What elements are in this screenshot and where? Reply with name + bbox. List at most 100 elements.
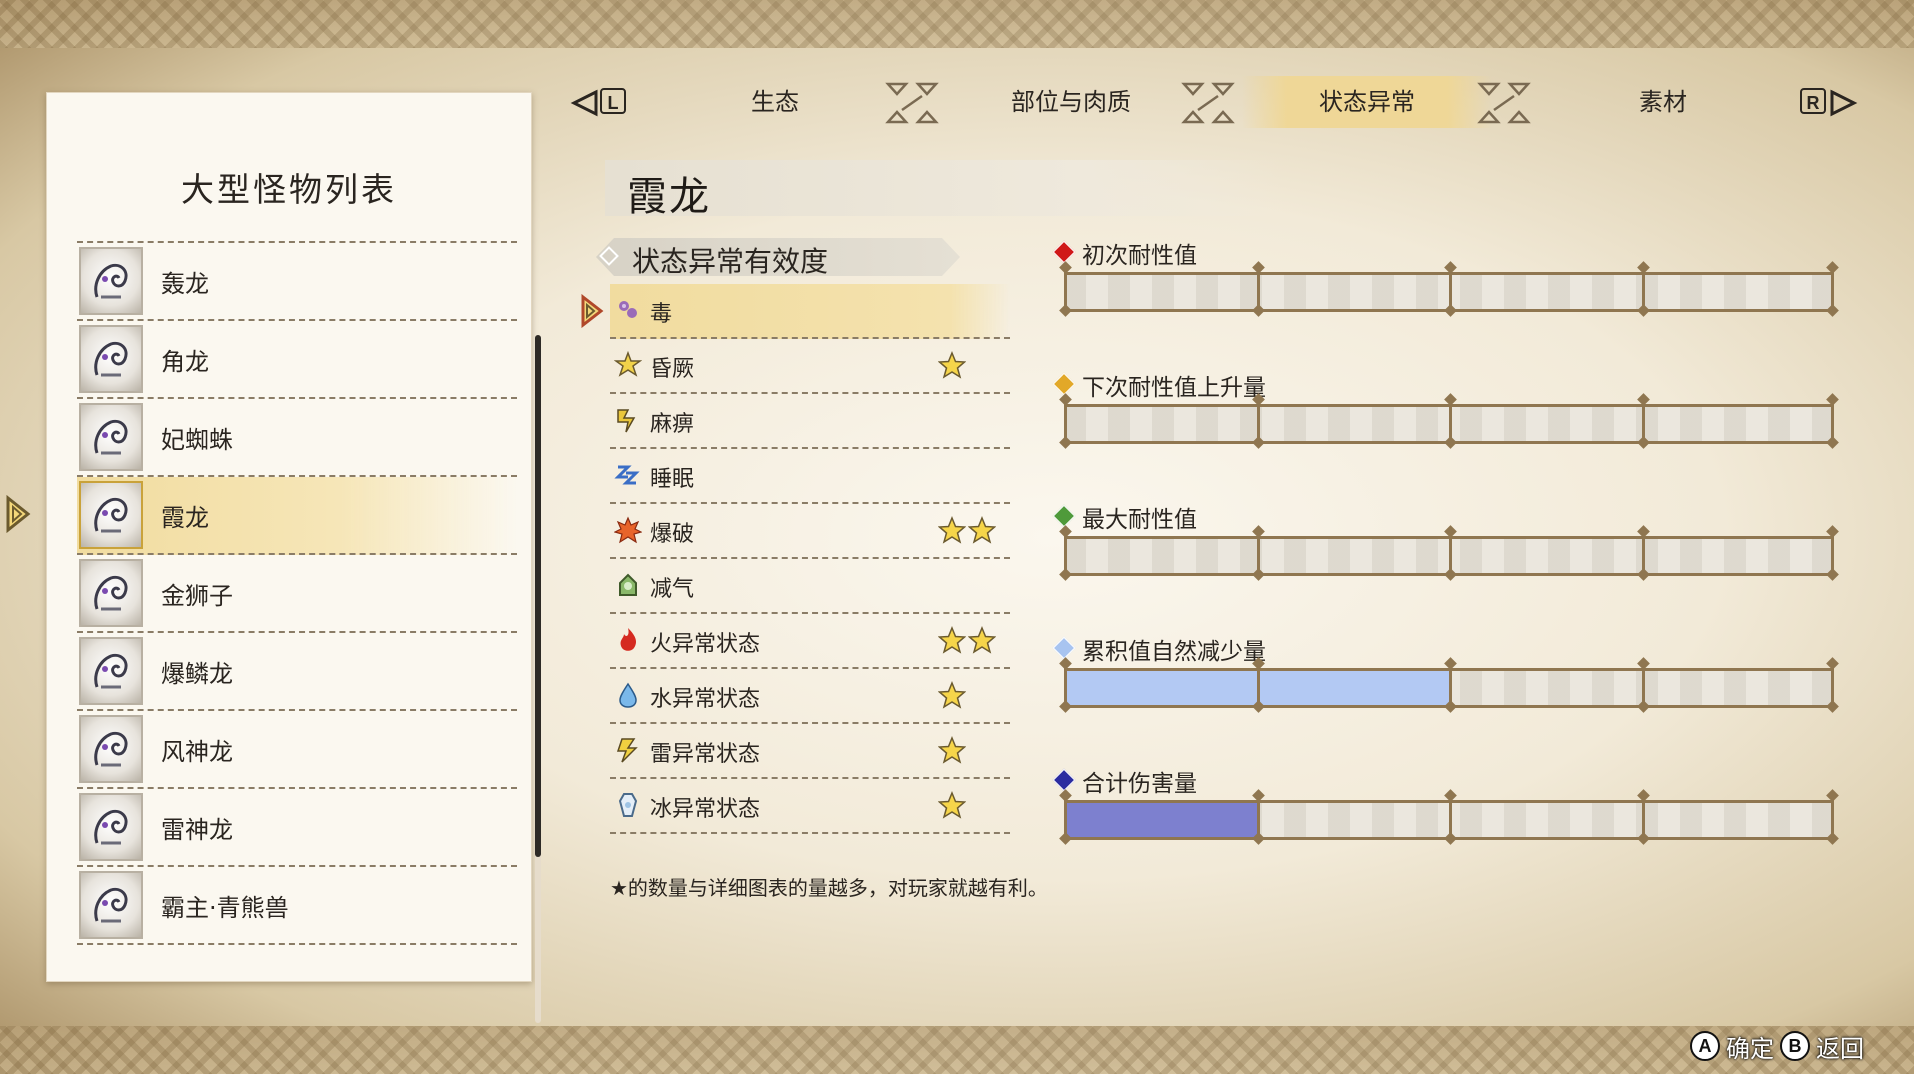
gauge-tick (1642, 793, 1645, 841)
status-ailment-row[interactable]: 爆破 (610, 504, 1010, 559)
gauge-diamond-icon (1052, 504, 1076, 528)
gauge-tick (1449, 529, 1452, 577)
exhaust-icon (619, 573, 637, 596)
effectiveness-stars (938, 736, 966, 764)
gauge-tick (1449, 661, 1452, 709)
monster-name-label: 妃蜘蛛 (161, 425, 233, 454)
monster-list-item[interactable]: 角龙 (77, 321, 517, 399)
status-ailment-name: 睡眠 (650, 467, 695, 492)
monster-list-scrollbar[interactable] (535, 335, 541, 1023)
rakna-kadaki-icon (79, 403, 143, 471)
gauge-tick (1257, 265, 1260, 313)
monster-name-label: 霸主·青熊兽 (161, 893, 289, 922)
tab-separator-icon (1181, 82, 1235, 124)
waterblight-icon (619, 682, 637, 708)
tab-right-key: R (1800, 88, 1826, 114)
gauge-tick (1064, 397, 1067, 445)
selection-cursor-icon (6, 495, 31, 533)
gauge-label-text: 下次耐性值上升量 (1082, 375, 1266, 401)
monster-name-label: 霞龙 (161, 503, 209, 532)
gauge-tick (1064, 793, 1067, 841)
monster-list-item[interactable]: 金狮子 (77, 555, 517, 633)
tab-materials[interactable]: 素材 (1538, 76, 1788, 128)
a-button-icon[interactable]: A (1690, 1031, 1720, 1061)
iceblight-icon (618, 793, 638, 817)
gauge-tick (1449, 265, 1452, 313)
tab-right-arrow-icon[interactable] (1828, 88, 1858, 118)
star-icon (938, 791, 966, 819)
gauge-tick (1831, 529, 1834, 577)
star-icon (968, 626, 996, 654)
star-icon (938, 736, 966, 764)
monster-list-item[interactable]: 爆鳞龙 (77, 633, 517, 711)
gauge-tick (1642, 661, 1645, 709)
monster-list: 轰龙 角龙 妃蜘蛛 霞龙 金狮子 爆鳞龙 风神龙 雷神龙 霸主·青熊兽 (6, 241, 517, 945)
confirm-label[interactable]: 确定 (1726, 1029, 1774, 1064)
gauge-bar (1064, 661, 1834, 709)
scrollbar-thumb[interactable] (535, 335, 541, 857)
monster-list-title: 大型怪物列表 (181, 170, 397, 209)
monster-name-label: 角龙 (161, 347, 209, 376)
status-ailment-name: 昏厥 (650, 357, 695, 382)
monster-name-label: 轰龙 (161, 269, 209, 298)
tab-status-ailments[interactable]: 状态异常 (1242, 76, 1492, 128)
monster-list-item[interactable]: 妃蜘蛛 (77, 399, 517, 477)
gauge-tick (1064, 265, 1067, 313)
monster-list-panel: 大型怪物列表 轰龙 角龙 妃蜘蛛 霞龙 金狮子 爆鳞龙 风神龙 雷神龙 霸主·青… (6, 92, 541, 1023)
tab-ecology[interactable]: 生态 (650, 76, 900, 128)
button-prompts: A 确定 B 返回 (1690, 1029, 1864, 1064)
top-border-decoration (0, 0, 1914, 48)
monster-list-item[interactable]: 轰龙 (77, 241, 517, 321)
status-ailment-row[interactable]: 昏厥 (610, 339, 1010, 394)
status-ailment-name: 火异常状态 (650, 632, 761, 657)
monster-list-item[interactable]: 雷神龙 (77, 789, 517, 867)
tab-parts-hitzones[interactable]: 部位与肉质 (946, 76, 1196, 128)
monster-name: 霞龙 (627, 174, 711, 220)
gauge-tick (1064, 661, 1067, 709)
gauge-tick (1642, 397, 1645, 445)
selection-cursor-icon (581, 294, 604, 328)
apex-arzuros-icon (79, 871, 143, 939)
gauge-diamond-icon (1052, 372, 1076, 396)
gauge-diamond-icon (1052, 636, 1076, 660)
gauge-tick (1257, 397, 1260, 445)
bottom-border-decoration (0, 1026, 1914, 1074)
star-icon (938, 516, 966, 544)
status-ailment-row[interactable]: 减气 (610, 559, 1010, 614)
status-ailment-name: 毒 (650, 302, 673, 327)
tab-left-arrow-icon[interactable] (570, 88, 600, 118)
gauge-tick (1831, 793, 1834, 841)
tab-bar: L 生态 部位与肉质 状态异常 素材 R (570, 76, 1860, 128)
gauge-label-text: 初次耐性值 (1082, 243, 1197, 269)
status-ailment-row[interactable]: 雷异常状态 (610, 724, 1010, 779)
monster-list-item[interactable]: 霸主·青熊兽 (77, 867, 517, 945)
effectiveness-stars (938, 626, 996, 654)
gauge-diamond-icon (1052, 768, 1076, 792)
gauge-label-text: 最大耐性值 (1082, 507, 1197, 533)
status-ailment-name: 雷异常状态 (650, 742, 761, 767)
star-icon (968, 516, 996, 544)
gauge-fill (1064, 803, 1257, 837)
thunderblight-icon (616, 738, 638, 763)
status-ailment-row[interactable]: 睡眠 (610, 449, 1010, 504)
header-diamond-icon (599, 246, 619, 266)
status-ailment-row[interactable]: 麻痹 (610, 394, 1010, 449)
gauge-bar (1064, 793, 1834, 841)
effectiveness-header: 状态异常有效度 (596, 238, 960, 276)
status-ailment-row[interactable]: 火异常状态 (610, 614, 1010, 669)
b-button-icon[interactable]: B (1780, 1031, 1810, 1061)
status-ailment-row[interactable]: 毒 (581, 284, 1010, 339)
status-ailment-row[interactable]: 冰异常状态 (610, 779, 1010, 834)
status-ailment-row[interactable]: 水异常状态 (610, 669, 1010, 724)
gauge-label-text: 累积值自然减少量 (1082, 639, 1266, 665)
back-label[interactable]: 返回 (1816, 1029, 1864, 1064)
monster-name-label: 金狮子 (161, 581, 233, 610)
tab-separator-icon (885, 82, 939, 124)
gauge-label-text: 合计伤害量 (1082, 771, 1197, 797)
monster-list-item[interactable]: 霞龙 (6, 477, 517, 555)
effectiveness-header-label: 状态异常有效度 (632, 245, 829, 278)
gauge-tick (1257, 529, 1260, 577)
gauge-tick (1449, 397, 1452, 445)
gauge-tick (1831, 397, 1834, 445)
monster-list-item[interactable]: 风神龙 (77, 711, 517, 789)
